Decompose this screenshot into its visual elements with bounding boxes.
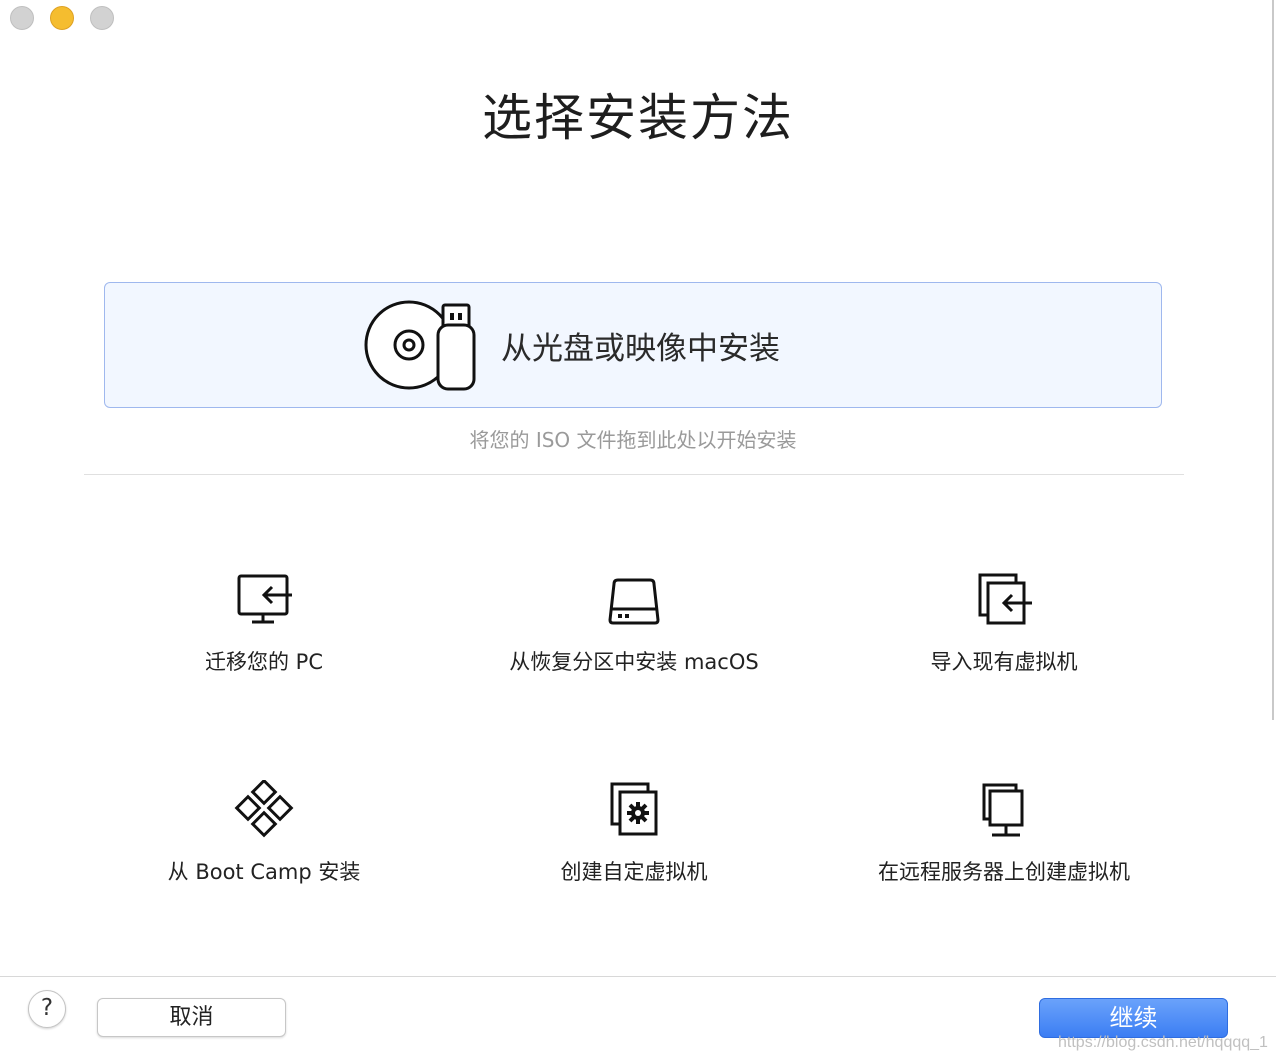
- install-from-disc-or-image[interactable]: 从光盘或映像中安装: [104, 282, 1162, 408]
- drop-zone-hint: 将您的 ISO 文件拖到此处以开始安装: [469, 428, 797, 452]
- zoom-window-button[interactable]: [90, 6, 114, 30]
- close-window-button[interactable]: [10, 6, 34, 30]
- disc-usb-icon: [364, 300, 476, 391]
- import-vm-icon: [978, 573, 1032, 625]
- drop-zone-label: 从光盘或映像中安装: [501, 331, 780, 367]
- continue-button[interactable]: 继续: [1039, 998, 1228, 1038]
- option-label: 从 Boot Camp 安装: [167, 860, 361, 884]
- page-title: 选择安装方法: [482, 89, 794, 147]
- custom-vm-icon: [610, 782, 658, 836]
- option-import-existing-vm[interactable]: 导入现有虚拟机: [819, 570, 1189, 700]
- option-install-from-bootcamp[interactable]: 从 Boot Camp 安装: [79, 780, 449, 910]
- migrate-pc-icon: [237, 574, 292, 624]
- minimize-window-button[interactable]: [50, 6, 74, 30]
- option-create-vm-on-remote-server[interactable]: 在远程服务器上创建虚拟机: [819, 780, 1189, 910]
- option-label: 从恢复分区中安装 macOS: [509, 650, 759, 674]
- option-create-custom-vm[interactable]: 创建自定虚拟机: [449, 780, 819, 910]
- cancel-button[interactable]: 取消: [97, 998, 286, 1037]
- option-label: 迁移您的 PC: [204, 650, 323, 674]
- remote-server-icon: [982, 783, 1024, 837]
- option-label: 在远程服务器上创建虚拟机: [878, 860, 1130, 884]
- hard-drive-icon: [608, 578, 660, 625]
- option-label: 导入现有虚拟机: [930, 650, 1078, 674]
- bootcamp-icon: [234, 780, 294, 838]
- watermark: https://blog.csdn.net/hqqqq_1: [1058, 1034, 1268, 1051]
- installer-window: 选择安装方法 从光盘或映像中安装 将您的 ISO 文件拖到此处以开始安装 迁移您…: [0, 0, 1276, 1062]
- section-divider: [84, 474, 1184, 475]
- help-button[interactable]: ?: [28, 990, 66, 1028]
- footer-divider: [0, 976, 1276, 977]
- option-migrate-pc[interactable]: 迁移您的 PC: [79, 570, 449, 700]
- option-install-macos-recovery[interactable]: 从恢复分区中安装 macOS: [449, 570, 819, 700]
- option-label: 创建自定虚拟机: [560, 860, 708, 884]
